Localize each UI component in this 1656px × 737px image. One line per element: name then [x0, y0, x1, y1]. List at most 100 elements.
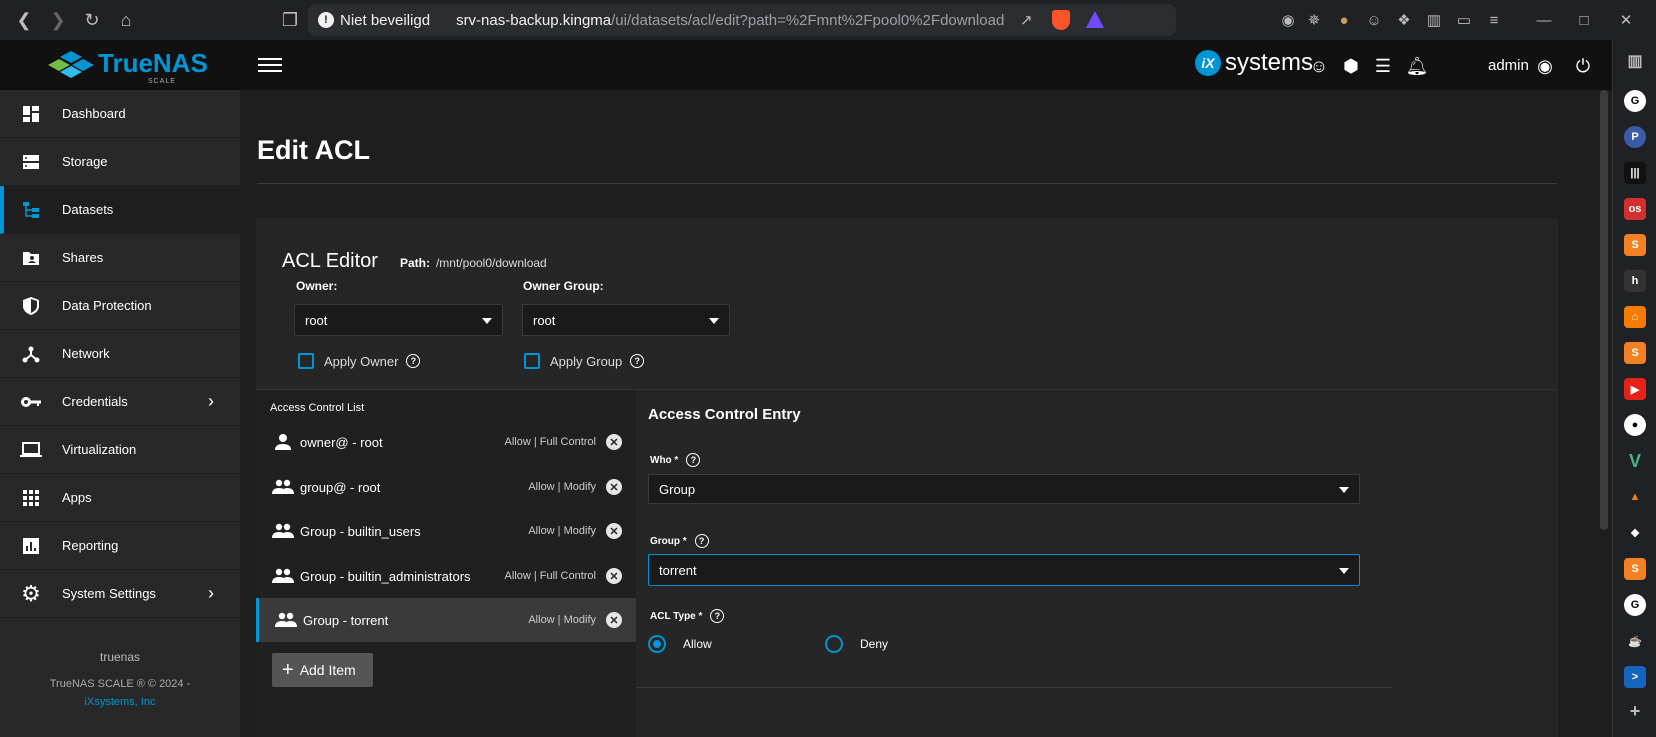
wallet-icon[interactable]: ▭	[1454, 10, 1474, 30]
group-select[interactable]: torrent	[648, 554, 1360, 586]
remove-entry-icon[interactable]: ✕	[606, 434, 622, 450]
close-window-icon[interactable]: ✕	[1616, 10, 1636, 30]
app-header: TrueNAS SCALE iX systems ☺ ⬢ ☰ 🔔︎ admin …	[0, 40, 1612, 90]
feedback-icon[interactable]: ☺	[1308, 55, 1330, 77]
terminal-app-icon[interactable]: >	[1624, 666, 1646, 688]
extension-lock-icon[interactable]: ◉	[1278, 10, 1298, 30]
acl-entry[interactable]: owner@ - root Allow | Full Control ✕	[256, 420, 636, 464]
shield-icon	[20, 295, 42, 317]
github2-icon[interactable]: G	[1624, 594, 1646, 616]
acl-entry[interactable]: Group - builtin_users Allow | Modify ✕	[256, 509, 636, 553]
back-icon[interactable]: ❮	[10, 6, 38, 34]
acl-type-deny-radio[interactable]: Deny	[825, 635, 888, 653]
cup-app-icon[interactable]: ☕	[1624, 630, 1646, 652]
rewards-icon[interactable]	[1086, 11, 1104, 28]
sidebar-toggle-icon[interactable]: ▥	[1424, 10, 1444, 30]
help-icon[interactable]: ?	[406, 354, 421, 368]
truecommand-icon[interactable]: ⬢	[1340, 55, 1362, 77]
remove-entry-icon[interactable]: ✕	[606, 612, 622, 628]
h-app-icon[interactable]: h	[1624, 270, 1646, 292]
apply-owner-checkbox[interactable]	[298, 353, 314, 369]
audio-app-icon[interactable]: |||	[1624, 162, 1646, 184]
bookmark-icon[interactable]: ❐	[276, 6, 304, 34]
remove-entry-icon[interactable]: ✕	[606, 479, 622, 495]
acl-entry[interactable]: Group - builtin_administrators Allow | F…	[256, 554, 636, 598]
who-select[interactable]: Group	[648, 474, 1360, 504]
sidebar-item-system-settings[interactable]: ⚙ System Settings ›	[0, 570, 240, 618]
chevron-down-icon	[709, 318, 719, 324]
acl-type-label: ACL Type *	[650, 610, 703, 622]
youtube-icon[interactable]: ▶	[1624, 378, 1646, 400]
owner-group-select[interactable]: root	[522, 304, 730, 336]
github-icon[interactable]: G	[1624, 90, 1646, 112]
owner-select[interactable]: root	[294, 304, 503, 336]
apply-group-checkbox[interactable]	[524, 353, 540, 369]
menu-icon[interactable]: ≡	[1484, 10, 1504, 30]
acl-type-allow-radio[interactable]: Allow	[648, 635, 712, 653]
home-app-icon[interactable]: ⌂	[1624, 306, 1646, 328]
sidebar-panel-icon[interactable]: ▥	[1624, 50, 1646, 72]
notifications-bell-icon[interactable]: 🔔︎	[1406, 55, 1429, 77]
sidebar-item-label: Data Protection	[62, 298, 152, 313]
stack-app-icon[interactable]: S	[1624, 234, 1646, 256]
owner-group-label: Owner Group:	[523, 279, 604, 293]
grid-app-icon[interactable]: ❖	[1624, 522, 1646, 544]
help-icon[interactable]: ?	[630, 354, 645, 368]
chevron-down-icon	[482, 318, 492, 324]
reload-icon[interactable]: ↻	[78, 6, 106, 34]
address-bar[interactable]: ! Niet beveiligd srv-nas-backup.kingma/u…	[308, 4, 1176, 36]
help-icon[interactable]: ?	[694, 534, 709, 548]
p-app-icon[interactable]: P	[1624, 126, 1646, 148]
scrollbar-thumb[interactable]	[1600, 90, 1608, 530]
sidebar-item-credentials[interactable]: Credentials ›	[0, 378, 240, 426]
acl-entry-selected[interactable]: Group - torrent Allow | Modify ✕	[256, 598, 636, 642]
help-icon[interactable]: ?	[686, 453, 701, 467]
acl-entry-label: Group - builtin_administrators	[300, 568, 471, 584]
sidebar-item-dashboard[interactable]: Dashboard	[0, 90, 240, 138]
sidebar-item-virtualization[interactable]: Virtualization	[0, 426, 240, 474]
truenas-logo[interactable]: TrueNAS SCALE	[48, 48, 208, 85]
add-panel-icon[interactable]: +	[1624, 700, 1646, 722]
account-circle-icon[interactable]: ◉	[1534, 55, 1556, 77]
user-name[interactable]: admin	[1488, 57, 1529, 74]
extensions-puzzle-icon[interactable]: ❖	[1394, 10, 1414, 30]
sidebar-item-reporting[interactable]: Reporting	[0, 522, 240, 570]
remove-entry-icon[interactable]: ✕	[606, 568, 622, 584]
remove-entry-icon[interactable]: ✕	[606, 523, 622, 539]
access-control-entry-panel: Access Control Entry Who * ? Group Group…	[636, 389, 1558, 737]
share-icon[interactable]: ↗	[1020, 11, 1033, 29]
vue-app-icon[interactable]: V	[1624, 450, 1646, 472]
brave-shield-icon[interactable]	[1052, 10, 1070, 30]
sidebar-item-apps[interactable]: Apps	[0, 474, 240, 522]
radio-unselected-icon[interactable]	[825, 635, 843, 653]
sidebar-item-data-protection[interactable]: Data Protection	[0, 282, 240, 330]
help-icon[interactable]: ?	[710, 609, 725, 623]
hamburger-menu-button[interactable]	[258, 54, 282, 74]
ixsystems-logo[interactable]: iX systems	[1195, 49, 1313, 77]
jobs-clipboard-icon[interactable]: ☰	[1372, 55, 1394, 77]
extension-cookie-icon[interactable]: ●	[1334, 10, 1354, 30]
forward-icon[interactable]: ❯	[44, 6, 72, 34]
sidebar-item-datasets[interactable]: Datasets	[0, 186, 240, 234]
power-icon[interactable]: ⏻	[1572, 55, 1594, 77]
acl-entry[interactable]: group@ - root Allow | Modify ✕	[256, 465, 636, 509]
os-app-icon[interactable]: os	[1624, 198, 1646, 220]
radio-selected-icon[interactable]	[648, 635, 666, 653]
sidebar-item-network[interactable]: Network	[0, 330, 240, 378]
sidebar-item-shares[interactable]: Shares	[0, 234, 240, 282]
company-link[interactable]: iXsystems, Inc	[0, 696, 240, 708]
page-scrollbar[interactable]	[1598, 90, 1610, 737]
who-select-value: Group	[659, 481, 696, 497]
minimize-icon[interactable]: —	[1534, 10, 1554, 30]
sidebar-item-storage[interactable]: Storage	[0, 138, 240, 186]
sidebar-item-label: Reporting	[62, 538, 119, 553]
stack3-app-icon[interactable]: S	[1624, 558, 1646, 580]
extension-face-icon[interactable]: ☺	[1364, 10, 1384, 30]
mountain-app-icon[interactable]: ▲	[1624, 486, 1646, 508]
maximize-icon[interactable]: □	[1574, 10, 1594, 30]
stack2-app-icon[interactable]: S	[1624, 342, 1646, 364]
add-item-button[interactable]: + Add Item	[272, 653, 373, 687]
chat-app-icon[interactable]: ●	[1624, 414, 1646, 436]
home-icon[interactable]: ⌂	[112, 6, 140, 34]
extension-bug-icon[interactable]: ✵	[1304, 10, 1324, 30]
